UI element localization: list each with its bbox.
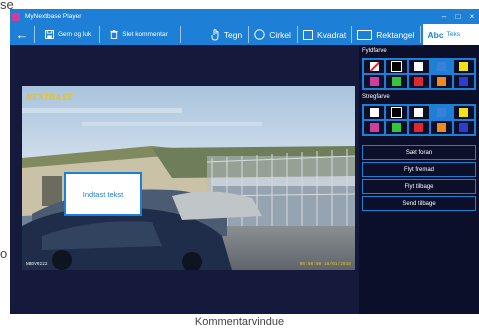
close-button[interactable]: × <box>465 9 479 24</box>
stroke-color-label: Stregfarve <box>362 94 390 100</box>
draw-hand-icon <box>211 28 220 41</box>
app-window: MyNextbase Player – □ × ← Gem og luk Sle… <box>10 9 479 314</box>
trash-icon <box>110 30 118 39</box>
rectangle-label: Rektangel <box>376 29 415 40</box>
color-chip <box>414 62 424 71</box>
bring-to-front-button[interactable]: Sæt foran <box>362 145 476 160</box>
stroke-swatch-5[interactable] <box>452 105 475 120</box>
fill-swatch-7[interactable] <box>385 74 408 89</box>
color-chip <box>369 77 379 86</box>
window-controls: – □ × <box>437 9 479 24</box>
color-chip <box>392 123 402 132</box>
draw-label: Tegn <box>223 29 243 40</box>
stroke-swatch-8[interactable] <box>407 120 431 135</box>
back-button[interactable]: ← <box>10 24 34 45</box>
minimize-button[interactable]: – <box>437 9 451 24</box>
stroke-swatch-6[interactable] <box>363 120 386 135</box>
back-arrow-icon: ← <box>15 27 29 42</box>
fill-swatch-4[interactable] <box>430 59 453 74</box>
color-chip <box>414 108 424 117</box>
fill-swatch-6[interactable] <box>363 74 386 89</box>
text-abc-icon: Abc <box>427 29 444 40</box>
move-backward-button[interactable]: Flyt tilbage <box>362 179 476 194</box>
delete-comment-button[interactable]: Slet kommentar <box>100 24 180 45</box>
annotation-text-box[interactable]: Indtast tekst <box>64 172 142 216</box>
square-icon <box>302 29 313 40</box>
stroke-swatch-2[interactable] <box>385 105 408 120</box>
properties-panel: Fyldfarve Stregfarve Sæt foran Flyt frem… <box>359 45 479 314</box>
stroke-swatch-9[interactable] <box>430 120 453 135</box>
stroke-swatch-1[interactable] <box>363 105 386 120</box>
color-chip <box>459 108 469 117</box>
delete-comment-label: Slet kommentar <box>122 31 168 38</box>
stroke-color-palette <box>362 104 476 136</box>
text-tool-button[interactable]: Abc Teks <box>422 24 479 45</box>
app-icon <box>12 12 20 21</box>
video-frame[interactable]: NEXTBASE NBDVR222 00:00:00 18/01/2018 In… <box>22 86 355 270</box>
color-chip <box>391 61 403 72</box>
stroke-swatch-3[interactable] <box>407 105 431 120</box>
fill-swatch-2[interactable] <box>385 59 408 74</box>
color-chip <box>436 62 446 71</box>
fill-swatch-3[interactable] <box>407 59 431 74</box>
save-close-label: Gem og luk <box>58 31 92 38</box>
maximize-button[interactable]: □ <box>451 9 465 24</box>
move-forward-button[interactable]: Flyt fremad <box>362 162 476 177</box>
fill-color-palette <box>362 58 476 90</box>
draw-tool-button[interactable]: Tegn <box>181 24 248 45</box>
toolbar-divider <box>419 26 421 43</box>
save-icon <box>45 30 54 39</box>
color-chip <box>436 77 446 86</box>
color-chip <box>459 77 469 86</box>
stroke-swatch-4[interactable] <box>430 105 453 120</box>
figure-caption: Kommentarvindue <box>194 316 285 328</box>
title-bar: MyNextbase Player – □ × <box>10 9 479 24</box>
annotation-toolbar: ← Gem og luk Slet kommentar Tegn Cirkel … <box>10 24 479 45</box>
background-text-mid: o <box>0 246 8 261</box>
stroke-swatch-10[interactable] <box>452 120 475 135</box>
color-chip <box>436 123 446 132</box>
color-chip <box>391 107 403 118</box>
color-chip <box>459 62 469 71</box>
rectangle-tool-button[interactable]: Rektangel <box>352 24 419 45</box>
square-label: Kvadrat <box>316 29 347 40</box>
no-color-icon <box>369 62 379 71</box>
circle-label: Cirkel <box>269 29 291 40</box>
fill-swatch-10[interactable] <box>452 74 475 89</box>
circle-icon <box>254 29 265 40</box>
stroke-swatch-7[interactable] <box>385 120 408 135</box>
rectangle-icon <box>357 29 373 40</box>
window-title: MyNextbase Player <box>25 13 82 20</box>
nextbase-logo: NEXTBASE <box>26 93 74 102</box>
fill-color-label: Fyldfarve <box>362 48 387 54</box>
fill-swatch-1[interactable] <box>363 59 386 74</box>
color-chip <box>369 108 379 117</box>
color-chip <box>414 123 424 132</box>
color-chip <box>436 108 446 117</box>
fill-swatch-9[interactable] <box>430 74 453 89</box>
color-chip <box>369 123 379 132</box>
send-to-back-button[interactable]: Send tilbage <box>362 196 476 211</box>
square-tool-button[interactable]: Kvadrat <box>298 24 351 45</box>
device-id-overlay: NBDVR222 <box>26 262 48 267</box>
text-label: Teks <box>446 31 460 38</box>
fill-swatch-8[interactable] <box>407 74 431 89</box>
color-chip <box>392 77 402 86</box>
circle-tool-button[interactable]: Cirkel <box>249 24 297 45</box>
page: se o MyNextbase Player – □ × ← Gem og lu… <box>0 0 479 333</box>
timestamp-overlay: 00:00:00 18/01/2018 <box>299 262 351 267</box>
color-chip <box>414 77 424 86</box>
save-close-button[interactable]: Gem og luk <box>35 24 99 45</box>
color-chip <box>459 123 469 132</box>
fill-swatch-5[interactable] <box>452 59 475 74</box>
